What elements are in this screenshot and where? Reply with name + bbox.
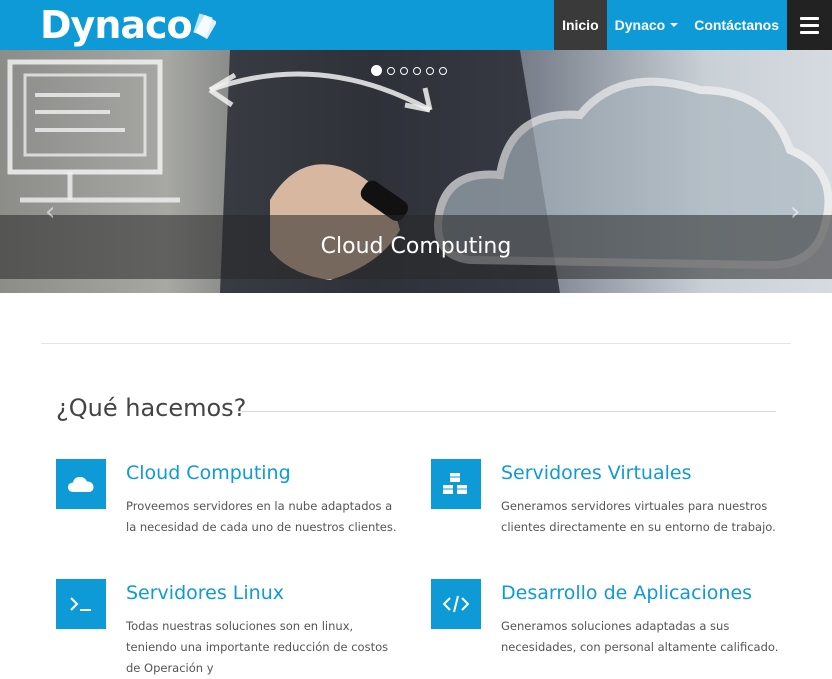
caret-down-icon xyxy=(670,23,679,27)
carousel-dot[interactable] xyxy=(387,66,395,75)
logo-mark-icon xyxy=(192,13,216,40)
carousel-indicators xyxy=(371,65,447,76)
feature-text: Generamos servidores virtuales para nues… xyxy=(501,499,776,534)
feature-title[interactable]: Cloud Computing xyxy=(126,462,291,484)
nav-item-contactanos[interactable]: Contáctanos xyxy=(686,0,787,50)
feature-title[interactable]: Servidores Linux xyxy=(126,582,284,604)
code-icon xyxy=(431,579,481,629)
feature-text: Generamos soluciones adaptadas a sus nec… xyxy=(501,619,779,654)
divider xyxy=(41,343,791,344)
nav-item-label: Dynaco xyxy=(614,17,666,33)
section-title: ¿Qué hacemos? xyxy=(56,394,247,422)
hero-carousel: Cloud Computing ‹ › xyxy=(0,50,832,293)
feature-text: Todas nuestras soluciones son en linux, … xyxy=(126,619,389,675)
terminal-icon xyxy=(56,579,106,629)
nav-item-dynaco[interactable]: Dynaco xyxy=(607,0,687,50)
carousel-dot[interactable] xyxy=(413,66,421,75)
feature-text: Proveemos servidores en la nube adaptado… xyxy=(126,499,397,534)
chevron-right-icon[interactable]: › xyxy=(790,197,800,227)
brand-name: Dynaco xyxy=(40,3,193,47)
carousel-dot[interactable] xyxy=(400,66,408,75)
cloud-icon xyxy=(56,459,106,509)
hamburger-menu-icon[interactable] xyxy=(787,0,832,50)
nav-item-inicio[interactable]: Inicio xyxy=(554,0,607,50)
section-title-rule xyxy=(242,411,776,412)
chevron-left-icon[interactable]: ‹ xyxy=(45,197,55,227)
top-navbar: Dynaco Inicio Dynaco Contáctanos xyxy=(0,0,832,50)
main-nav: Inicio Dynaco Contáctanos xyxy=(554,0,832,50)
cubes-icon xyxy=(431,459,481,509)
carousel-caption: Cloud Computing xyxy=(320,234,512,259)
carousel-dot[interactable] xyxy=(426,66,434,75)
nav-item-label: Contáctanos xyxy=(694,17,779,33)
feature-title[interactable]: Desarrollo de Aplicaciones xyxy=(501,582,752,604)
carousel-dot[interactable] xyxy=(439,66,447,75)
feature-title[interactable]: Servidores Virtuales xyxy=(501,462,691,484)
nav-item-label: Inicio xyxy=(562,17,599,33)
carousel-dot[interactable] xyxy=(371,65,382,76)
brand-logo[interactable]: Dynaco xyxy=(40,2,216,48)
